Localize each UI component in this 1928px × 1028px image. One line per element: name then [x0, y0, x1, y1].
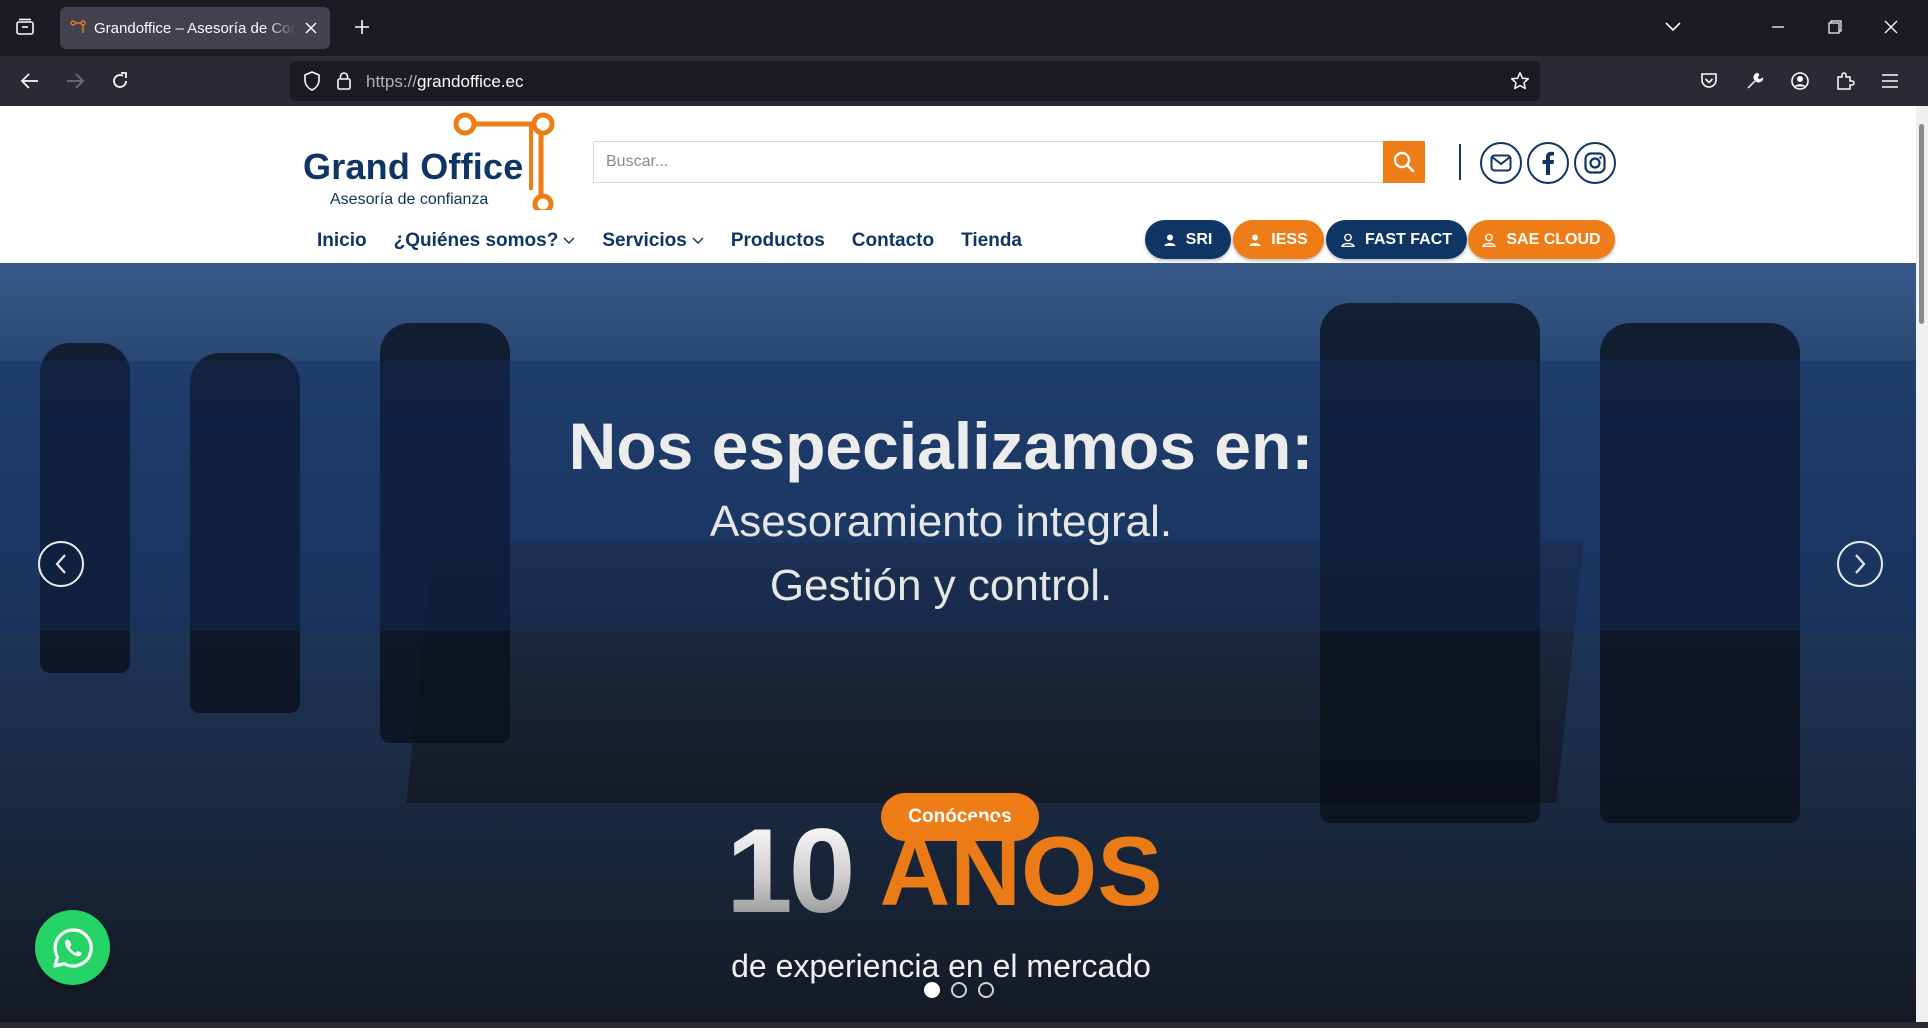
- site-search: [593, 141, 1425, 183]
- chevron-right-icon: [1855, 554, 1866, 574]
- bookmark-star-icon[interactable]: [1508, 69, 1532, 93]
- main-navigation: Inicio ¿Quiénes somos? Servicios Product…: [317, 226, 1049, 256]
- facebook-link[interactable]: [1527, 142, 1569, 184]
- slider-dot-2[interactable]: [951, 982, 967, 998]
- nav-item-quienes-somos[interactable]: ¿Quiénes somos?: [394, 230, 576, 252]
- user-outline-icon: [1482, 233, 1497, 247]
- hero-line-1: Asesoramiento integral.: [709, 497, 1173, 546]
- back-icon[interactable]: [15, 66, 45, 96]
- nav-item-label: ¿Quiénes somos?: [393, 230, 559, 251]
- experience-text: de experiencia en el mercado: [731, 948, 1151, 984]
- sae-cloud-label: SAE CLOUD: [1506, 230, 1601, 248]
- reload-icon[interactable]: [105, 66, 135, 96]
- instagram-icon: [1584, 152, 1606, 174]
- years-word: AÑOS: [879, 816, 1163, 926]
- tab-title: Grandoffice – Asesoría de Confianza: [94, 19, 297, 37]
- url-text: https://grandoffice.ec: [366, 72, 524, 92]
- nav-item-label: Productos: [730, 230, 825, 251]
- slider-dot-1[interactable]: [924, 982, 940, 998]
- tab-list-icon[interactable]: [12, 14, 38, 40]
- nav-item-label: Contacto: [851, 230, 935, 251]
- nav-item-servicios[interactable]: Servicios: [602, 230, 704, 252]
- chevron-left-icon: [55, 554, 66, 574]
- slider-dot-3[interactable]: [978, 982, 994, 998]
- list-all-tabs-icon[interactable]: [1658, 12, 1688, 42]
- hero-slider: Nos especializamos en: Asesoramiento int…: [0, 263, 1916, 1022]
- slider-pagination: [924, 982, 1005, 998]
- facebook-icon: [1542, 151, 1554, 175]
- address-bar[interactable]: https://grandoffice.ec: [290, 61, 1540, 101]
- extensions-icon[interactable]: [1830, 66, 1860, 96]
- close-tab-icon[interactable]: [302, 19, 320, 37]
- account-icon[interactable]: [1785, 66, 1815, 96]
- grand-office-logo[interactable]: Grand Office Asesoría de confianza: [303, 110, 563, 220]
- wrench-icon[interactable]: [1740, 66, 1770, 96]
- nav-item-contacto[interactable]: Contacto: [852, 230, 934, 252]
- slider-next-button[interactable]: [1837, 541, 1883, 587]
- instagram-link[interactable]: [1574, 142, 1616, 184]
- nav-item-productos[interactable]: Productos: [731, 230, 825, 252]
- header-divider: [1459, 144, 1461, 180]
- user-outline-icon: [1341, 233, 1355, 247]
- circuit-logo-icon: [453, 112, 555, 210]
- hero-headline: Nos especializamos en:: [568, 409, 1314, 483]
- years-badge: 10 AÑOS: [726, 804, 1163, 938]
- nav-item-tienda[interactable]: Tienda: [961, 230, 1022, 252]
- tracking-protection-shield-icon[interactable]: [300, 69, 324, 93]
- site-favicon-icon: [70, 20, 86, 36]
- nav-item-inicio[interactable]: Inicio: [317, 230, 367, 252]
- email-link[interactable]: [1480, 142, 1522, 184]
- chevron-down-icon: [692, 237, 704, 244]
- whatsapp-icon: [52, 927, 93, 968]
- url-host: grandoffice.ec: [417, 72, 524, 91]
- fast-fact-button[interactable]: FAST FACT: [1326, 220, 1467, 259]
- window-bottom-edge: [0, 1022, 1928, 1028]
- site-header: Grand Office Asesoría de confianza Busca…: [0, 106, 1916, 263]
- search-input[interactable]: [594, 142, 1379, 182]
- pocket-icon[interactable]: [1694, 66, 1724, 96]
- browser-tab-bar: Grandoffice – Asesoría de Confianza: [0, 0, 1928, 56]
- search-icon: [1393, 151, 1415, 173]
- chevron-down-icon: [563, 237, 575, 244]
- minimize-icon[interactable]: [1763, 12, 1793, 42]
- fast-fact-label: FAST FACT: [1364, 230, 1453, 248]
- whatsapp-button[interactable]: [35, 910, 110, 985]
- user-icon: [1164, 234, 1176, 246]
- page-scrollbar[interactable]: [1916, 106, 1928, 1022]
- menu-icon[interactable]: [1875, 66, 1905, 96]
- nav-item-label: Inicio: [317, 230, 367, 251]
- nav-item-label: Servicios: [602, 230, 687, 251]
- sri-label: SRI: [1185, 230, 1213, 248]
- slider-prev-button[interactable]: [38, 541, 84, 587]
- web-page: Grand Office Asesoría de confianza Busca…: [0, 106, 1916, 1022]
- user-icon: [1249, 234, 1261, 246]
- browser-toolbar: https://grandoffice.ec: [0, 56, 1928, 106]
- sri-button[interactable]: SRI: [1145, 220, 1231, 259]
- iess-label: IESS: [1271, 230, 1308, 248]
- forward-icon[interactable]: [60, 66, 90, 96]
- envelope-icon: [1490, 154, 1512, 172]
- lock-icon[interactable]: [332, 69, 356, 93]
- hero-line-2: Gestión y control.: [769, 561, 1113, 610]
- restore-icon[interactable]: [1820, 12, 1850, 42]
- close-window-icon[interactable]: [1876, 12, 1906, 42]
- years-number: 10: [726, 804, 855, 938]
- iess-button[interactable]: IESS: [1233, 220, 1324, 259]
- url-protocol: https://: [366, 72, 418, 91]
- sae-cloud-button[interactable]: SAE CLOUD: [1468, 220, 1615, 259]
- nav-item-label: Tienda: [961, 230, 1022, 251]
- browser-tab-active[interactable]: Grandoffice – Asesoría de Confianza: [60, 7, 330, 49]
- search-button[interactable]: [1383, 141, 1425, 183]
- new-tab-icon[interactable]: [350, 15, 374, 39]
- scrollbar-thumb[interactable]: [1919, 124, 1924, 324]
